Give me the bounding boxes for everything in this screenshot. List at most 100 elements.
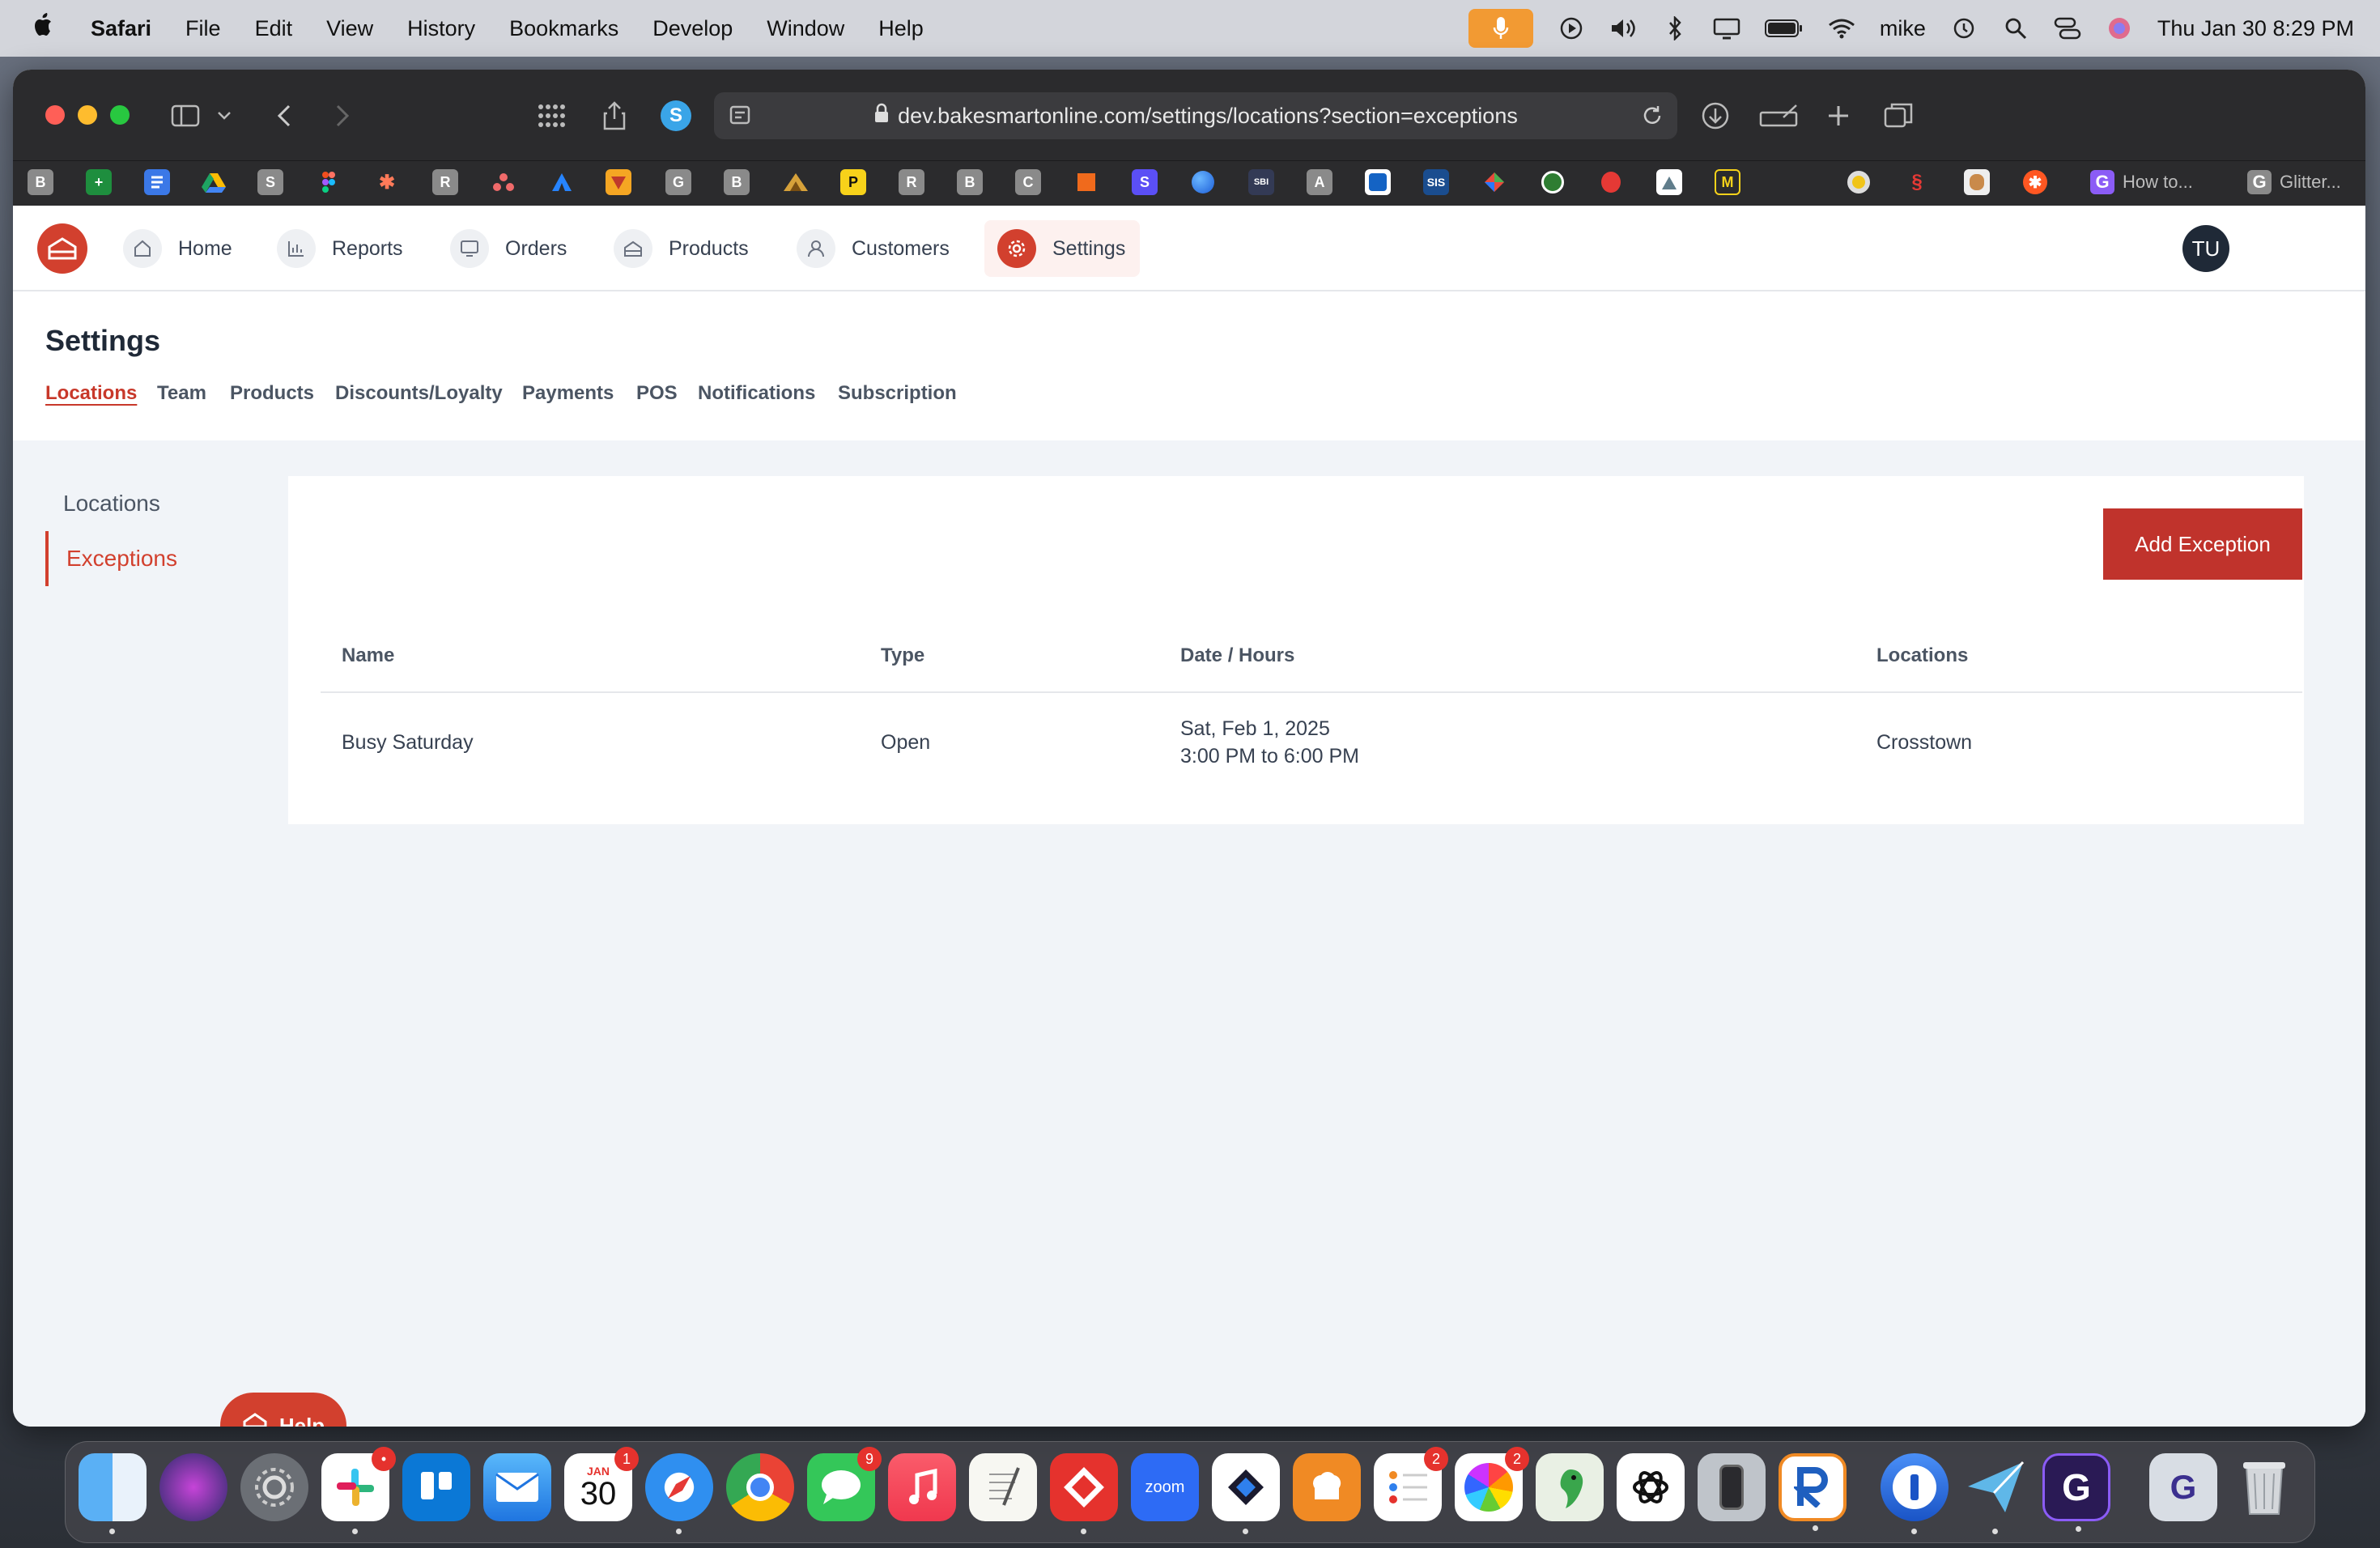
- parrot-icon[interactable]: [1536, 1453, 1604, 1521]
- photos-icon[interactable]: 2: [1455, 1447, 1529, 1521]
- textedit-icon[interactable]: [969, 1453, 1037, 1521]
- pmm-icon[interactable]: [782, 169, 808, 195]
- r-app-icon[interactable]: [1779, 1453, 1847, 1531]
- bakesmart-logo[interactable]: [37, 223, 87, 274]
- menu-develop[interactable]: Develop: [652, 16, 733, 41]
- trello-icon[interactable]: [402, 1453, 470, 1521]
- bookmark-s2-icon[interactable]: S: [1132, 169, 1158, 195]
- extension-s-icon[interactable]: S: [657, 97, 695, 134]
- music-icon[interactable]: [888, 1453, 956, 1521]
- chef-hat-icon[interactable]: [1293, 1453, 1361, 1521]
- pizza-icon[interactable]: [606, 169, 631, 195]
- multicolor-diamond-icon[interactable]: [1481, 169, 1507, 195]
- sheets-icon[interactable]: +: [86, 169, 112, 195]
- iphone-mirroring-icon[interactable]: [1698, 1453, 1766, 1521]
- docs-icon[interactable]: [144, 169, 170, 195]
- tab-subscription[interactable]: Subscription: [838, 382, 957, 405]
- menubar-clock[interactable]: Thu Jan 30 8:29 PM: [2157, 16, 2354, 41]
- hand-icon[interactable]: [1964, 169, 1990, 195]
- bookmark-c-icon[interactable]: C: [1015, 169, 1041, 195]
- calendar-icon[interactable]: JAN 30 1: [564, 1447, 639, 1521]
- red-apple-icon[interactable]: [1598, 169, 1624, 195]
- asana-icon[interactable]: [491, 169, 516, 195]
- trash-icon[interactable]: [2230, 1453, 2298, 1521]
- orange-square-icon[interactable]: [1073, 169, 1099, 195]
- menu-file[interactable]: File: [185, 16, 221, 41]
- nav-products[interactable]: Products: [614, 220, 749, 277]
- bookmark-tab-how-to[interactable]: G How to...: [2090, 169, 2193, 195]
- slack-icon[interactable]: •: [321, 1447, 396, 1534]
- play-icon[interactable]: [1558, 16, 1585, 40]
- tab-discounts-loyalty[interactable]: Discounts/Loyalty: [335, 382, 503, 405]
- 1password-icon[interactable]: [1881, 1453, 1949, 1534]
- green-tree-icon[interactable]: [1540, 169, 1566, 195]
- sbi-icon[interactable]: SBI: [1248, 169, 1274, 195]
- tab-team[interactable]: Team: [157, 382, 206, 405]
- tab-overview-grid-icon[interactable]: [533, 97, 570, 134]
- chatgpt-icon[interactable]: [1617, 1453, 1685, 1521]
- nav-home[interactable]: Home: [123, 220, 232, 277]
- new-tab-icon[interactable]: [1820, 97, 1857, 134]
- bookmark-b2-icon[interactable]: B: [724, 169, 750, 195]
- menu-safari[interactable]: Safari: [91, 16, 151, 41]
- globe-icon[interactable]: [1190, 169, 1216, 195]
- bookmark-r-icon[interactable]: R: [432, 169, 458, 195]
- paper-plane-icon[interactable]: [1961, 1453, 2029, 1534]
- minimize-window-icon[interactable]: [78, 105, 97, 125]
- tab-products[interactable]: Products: [230, 382, 314, 405]
- safari-icon[interactable]: [645, 1453, 713, 1534]
- g-app-icon[interactable]: G: [2042, 1453, 2110, 1532]
- address-bar[interactable]: dev.bakesmartonline.com/settings/locatio…: [714, 92, 1677, 139]
- sidebar-item-locations[interactable]: Locations: [45, 476, 160, 531]
- menu-bookmarks[interactable]: Bookmarks: [509, 16, 618, 41]
- exception-name[interactable]: Busy Saturday: [342, 731, 474, 755]
- menu-help[interactable]: Help: [878, 16, 924, 41]
- wifi-icon[interactable]: [1828, 16, 1855, 40]
- tab-payments[interactable]: Payments: [522, 382, 614, 405]
- zoom-window-icon[interactable]: [110, 105, 130, 125]
- reader-icon[interactable]: [729, 104, 753, 134]
- system-settings-icon[interactable]: [240, 1453, 308, 1521]
- display-icon[interactable]: [1713, 16, 1740, 40]
- nav-customers[interactable]: Customers: [797, 220, 950, 277]
- volume-icon[interactable]: [1609, 16, 1637, 40]
- tabs-overview-icon[interactable]: [1880, 97, 1917, 134]
- bookmark-m-icon[interactable]: M: [1715, 169, 1740, 195]
- bookmark-r2-icon[interactable]: R: [899, 169, 924, 195]
- menu-edit[interactable]: Edit: [255, 16, 293, 41]
- reload-icon[interactable]: [1640, 104, 1664, 134]
- menu-history[interactable]: History: [407, 16, 475, 41]
- bookmark-a-icon[interactable]: A: [1307, 169, 1332, 195]
- url-text[interactable]: dev.bakesmartonline.com/settings/locatio…: [898, 104, 1518, 129]
- tab-notifications[interactable]: Notifications: [698, 382, 815, 405]
- red-swirl-icon[interactable]: §: [1904, 169, 1930, 195]
- time-machine-icon[interactable]: [1950, 16, 1978, 40]
- bluetooth-icon[interactable]: [1661, 16, 1689, 40]
- apple-icon[interactable]: [32, 12, 55, 45]
- finder-icon[interactable]: [79, 1453, 147, 1534]
- siri-app-icon[interactable]: [159, 1453, 227, 1521]
- anydesk-icon[interactable]: [1050, 1453, 1118, 1534]
- tab-locations[interactable]: Locations: [45, 382, 137, 405]
- bookmark-b-icon[interactable]: B: [28, 169, 53, 195]
- downloads-icon[interactable]: [1697, 97, 1734, 134]
- hubspot-icon[interactable]: ✱: [374, 169, 400, 195]
- document-icon[interactable]: [1656, 169, 1682, 195]
- help-button[interactable]: Help: [220, 1393, 346, 1427]
- close-window-icon[interactable]: [45, 105, 65, 125]
- chevron-down-icon[interactable]: [212, 97, 236, 134]
- bookmark-s-icon[interactable]: S: [257, 169, 283, 195]
- target-icon[interactable]: [1846, 169, 1872, 195]
- share-icon[interactable]: [596, 97, 633, 134]
- table-row[interactable]: Busy Saturday Open Sat, Feb 1, 2025 3:00…: [321, 693, 2302, 793]
- menu-window[interactable]: Window: [767, 16, 844, 41]
- sidebar-toggle-icon[interactable]: [167, 97, 204, 134]
- sidebar-item-exceptions[interactable]: Exceptions: [45, 531, 177, 586]
- reminders-icon[interactable]: 2: [1374, 1447, 1448, 1521]
- figma-icon[interactable]: [316, 169, 342, 195]
- atlassian-icon[interactable]: [549, 169, 575, 195]
- bookmark-g-icon[interactable]: G: [665, 169, 691, 195]
- zoom-icon[interactable]: zoom: [1131, 1453, 1199, 1521]
- bookmark-b3-icon[interactable]: B: [957, 169, 983, 195]
- linear-diamond-icon[interactable]: [1212, 1453, 1280, 1534]
